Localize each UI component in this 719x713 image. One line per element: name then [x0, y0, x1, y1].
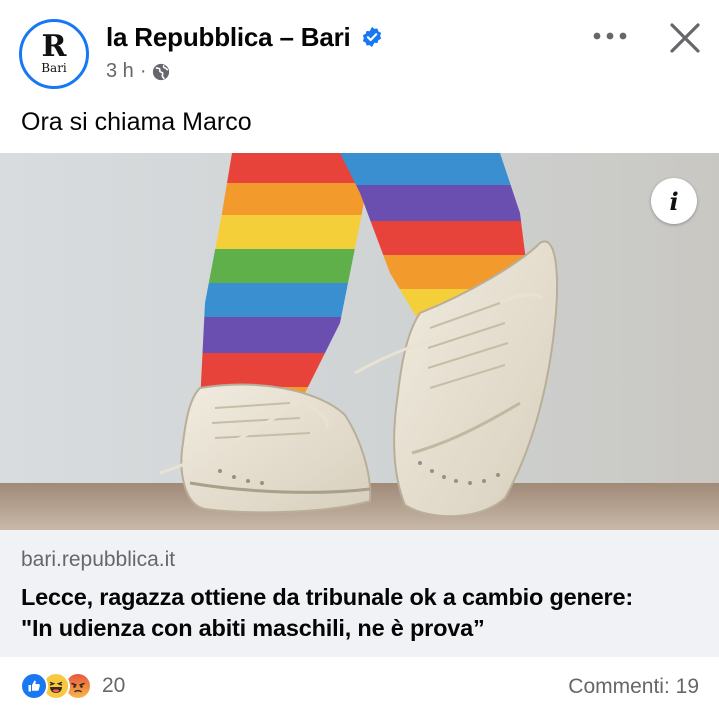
page-name[interactable]: la Repubblica – Bari: [106, 22, 351, 53]
close-icon[interactable]: [665, 18, 705, 58]
post-time[interactable]: 3 h: [106, 60, 134, 83]
like-icon: [20, 672, 48, 700]
comments-count[interactable]: Commenti: 19: [568, 675, 699, 699]
link-title: Lecce, ragazza ottiene da tribunale ok a…: [21, 582, 701, 644]
verified-icon: [362, 26, 382, 48]
post-header: R Bari la Repubblica – Bari 3 h ·: [0, 0, 719, 100]
avatar[interactable]: R Bari: [19, 19, 89, 89]
link-title-line-2: "In udienza con abiti maschili, ne è pro…: [21, 615, 485, 641]
meta-separator: ·: [139, 60, 147, 82]
post-image[interactable]: [0, 153, 719, 530]
link-domain: bari.repubblica.it: [21, 548, 176, 571]
more-icon[interactable]: [590, 26, 630, 46]
link-title-line-1: Lecce, ragazza ottiene da tribunale ok a…: [21, 584, 633, 610]
shoes-illustration: [0, 153, 719, 530]
post-text: Ora si chiama Marco: [21, 108, 252, 136]
info-icon[interactable]: i: [651, 178, 697, 224]
reactions-summary[interactable]: 20: [20, 672, 125, 700]
avatar-logo-sub: Bari: [41, 61, 67, 75]
post-meta: 3 h ·: [106, 60, 170, 83]
link-preview-card[interactable]: bari.repubblica.it Lecce, ragazza ottien…: [0, 530, 719, 657]
globe-icon: [153, 63, 170, 80]
avatar-logo-letter: R: [41, 29, 67, 64]
reaction-count: 20: [102, 674, 126, 697]
post-footer: 20 Commenti: 19: [0, 657, 719, 713]
